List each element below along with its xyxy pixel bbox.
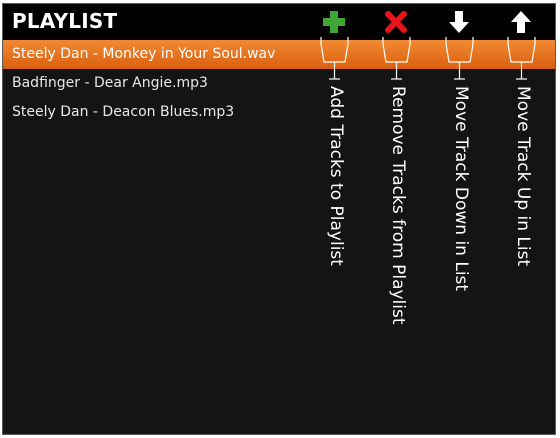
playlist-header: PLAYLIST <box>3 4 555 41</box>
move-up-button[interactable] <box>508 9 534 35</box>
remove-tracks-button[interactable] <box>383 9 409 35</box>
playlist-title: PLAYLIST <box>12 9 118 33</box>
track-label: Steely Dan - Deacon Blues.mp3 <box>12 104 235 120</box>
track-row[interactable]: Steely Dan - Deacon Blues.mp3 <box>3 98 555 127</box>
track-label: Steely Dan - Monkey in Your Soul.wav <box>12 46 276 62</box>
arrow-down-icon <box>449 11 469 33</box>
playlist-window: PLAYLIST Steely Dan - Monkey in Your Sou… <box>2 3 556 435</box>
track-list: Steely Dan - Monkey in Your Soul.wav Bad… <box>3 40 555 127</box>
plus-icon <box>323 11 345 33</box>
arrow-up-icon <box>511 11 531 33</box>
track-label: Badfinger - Dear Angie.mp3 <box>12 75 208 91</box>
track-row-selected[interactable]: Steely Dan - Monkey in Your Soul.wav <box>3 40 555 69</box>
add-tracks-button[interactable] <box>321 9 347 35</box>
move-down-button[interactable] <box>446 9 472 35</box>
track-row[interactable]: Badfinger - Dear Angie.mp3 <box>3 69 555 98</box>
x-icon <box>385 11 407 33</box>
